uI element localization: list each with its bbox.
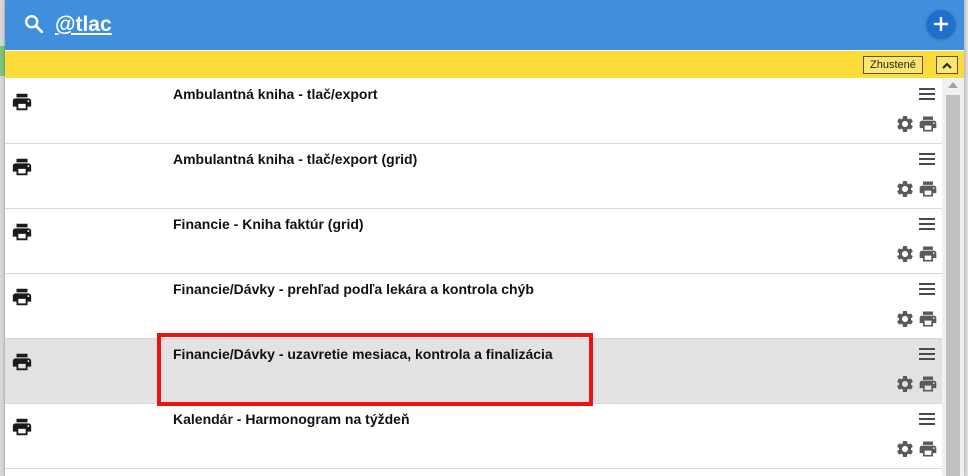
hamburger-menu-icon[interactable] — [918, 87, 936, 101]
scroll-up-arrow[interactable] — [948, 82, 958, 88]
hamburger-menu-icon[interactable] — [918, 152, 936, 166]
chevron-up-icon — [942, 62, 952, 69]
hamburger-menu-icon[interactable] — [918, 282, 936, 296]
printer-icon — [11, 351, 33, 373]
add-button[interactable] — [927, 10, 955, 38]
hamburger-menu-icon[interactable] — [918, 412, 936, 426]
report-row[interactable]: Ambulantná kniha - tlač/export (grid) — [5, 144, 942, 209]
gear-icon[interactable] — [895, 114, 915, 134]
density-toggle-button[interactable]: Zhustené — [863, 56, 923, 74]
print-icon[interactable] — [918, 309, 938, 329]
hamburger-menu-icon[interactable] — [918, 347, 936, 361]
report-row[interactable]: Ambulantná kniha - tlač/export — [5, 79, 942, 144]
report-row[interactable]: Financie - Kniha faktúr (grid) — [5, 209, 942, 274]
report-row[interactable]: Financie/Dávky - uzavretie mesiaca, kont… — [5, 339, 942, 404]
gear-icon[interactable] — [895, 244, 915, 264]
report-title: Financie/Dávky - uzavretie mesiaca, kont… — [173, 346, 553, 362]
printer-icon — [11, 416, 33, 438]
printer-icon — [11, 91, 33, 113]
printer-icon — [11, 286, 33, 308]
print-icon[interactable] — [918, 114, 938, 134]
toolbar: Zhustené — [5, 51, 964, 78]
print-icon[interactable] — [918, 244, 938, 264]
density-toggle-label: Zhustené — [870, 59, 916, 71]
report-row[interactable]: Financie/Dávky - prehľad podľa lekára a … — [5, 274, 942, 339]
scrollbar-thumb[interactable] — [946, 95, 960, 476]
hamburger-menu-icon[interactable] — [918, 217, 936, 231]
report-search-panel: Zhustené Ambulantná kniha - tlač/exportA… — [5, 0, 964, 476]
report-title: Ambulantná kniha - tlač/export (grid) — [173, 151, 418, 167]
gear-icon[interactable] — [895, 309, 915, 329]
print-icon[interactable] — [918, 179, 938, 199]
gear-icon[interactable] — [895, 439, 915, 459]
gear-icon[interactable] — [895, 179, 915, 199]
printer-icon — [11, 156, 33, 178]
report-title: Kalendár - Harmonogram na týždeň — [173, 411, 410, 427]
report-title: Financie/Dávky - prehľad podľa lekára a … — [173, 281, 534, 297]
print-icon[interactable] — [918, 439, 938, 459]
vertical-scrollbar[interactable] — [942, 79, 964, 476]
search-input[interactable] — [55, 10, 655, 40]
report-list: Ambulantná kniha - tlač/export Ambulantná… — [5, 79, 942, 476]
print-icon[interactable] — [918, 374, 938, 394]
gear-icon[interactable] — [895, 374, 915, 394]
printer-icon — [11, 221, 33, 243]
plus-icon — [934, 17, 948, 31]
collapse-button[interactable] — [936, 56, 958, 74]
search-icon[interactable] — [23, 13, 45, 35]
report-row[interactable]: Kalendár - Harmonogram na týždeň — [5, 404, 942, 469]
report-title: Ambulantná kniha - tlač/export — [173, 86, 378, 102]
search-bar — [5, 0, 964, 50]
report-title: Financie - Kniha faktúr (grid) — [173, 216, 364, 232]
